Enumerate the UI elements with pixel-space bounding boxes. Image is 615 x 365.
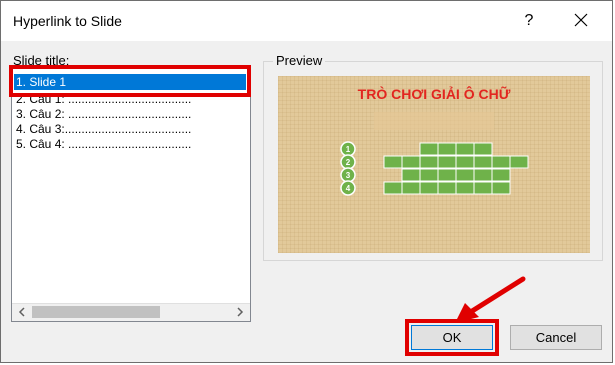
- hyperlink-to-slide-dialog: Hyperlink to Slide ? Slide title: 1. Sli…: [0, 0, 613, 363]
- scrollbar-thumb[interactable]: [32, 306, 160, 318]
- horizontal-scrollbar[interactable]: [12, 303, 250, 321]
- title-bar: Hyperlink to Slide ?: [1, 1, 612, 41]
- preview-label: Preview: [273, 53, 326, 68]
- scroll-left-icon[interactable]: [16, 306, 28, 318]
- ok-button-highlight: [405, 319, 499, 356]
- help-button[interactable]: ?: [517, 9, 541, 33]
- slide-list-item[interactable]: 5. Câu 4: ..............................…: [16, 137, 191, 151]
- scroll-right-icon[interactable]: [234, 306, 246, 318]
- row-number: 1: [346, 145, 351, 154]
- dialog-title: Hyperlink to Slide: [13, 13, 122, 29]
- row-number: 4: [346, 184, 351, 193]
- crossword-grid: 1 2 3 4: [340, 141, 529, 196]
- slide-title-list[interactable]: 1. Slide 1 2. Câu 1: ...................…: [11, 67, 251, 322]
- slide-list-item[interactable]: 3. Câu 2: ..............................…: [16, 107, 191, 121]
- cancel-button[interactable]: Cancel: [510, 325, 602, 350]
- slide-preview-image: TRÒ CHƠI GIẢI Ô CHỮ 1 2 3 4: [278, 76, 590, 253]
- row-number: 3: [346, 171, 351, 180]
- slide-list-item[interactable]: 4. Câu 3:...............................…: [16, 122, 191, 136]
- close-icon[interactable]: [567, 9, 595, 33]
- row-number: 2: [346, 158, 351, 167]
- selected-slide-highlight: [9, 65, 251, 97]
